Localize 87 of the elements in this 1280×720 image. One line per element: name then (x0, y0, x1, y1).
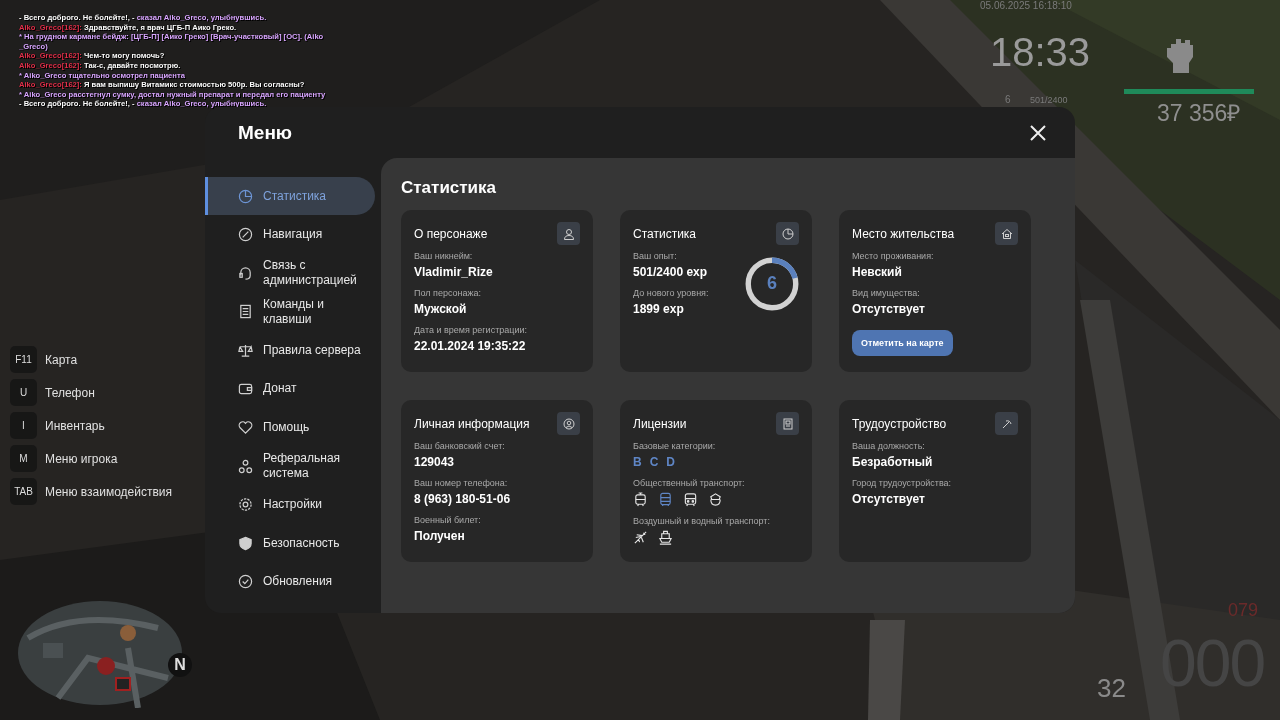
home-icon (995, 222, 1018, 245)
hotkey-label: Меню взаимодействия (45, 484, 172, 499)
heart-icon (238, 420, 253, 436)
key-badge: I (10, 412, 37, 439)
mark-on-map-button[interactable]: Отметить на карте (852, 330, 953, 356)
key-badge: U (10, 379, 37, 406)
sidebar-item[interactable]: Команды и клавиши (205, 292, 375, 331)
money-amount: 37 356₽ (1157, 99, 1241, 128)
check-circle-icon (238, 574, 253, 590)
menu-title: Меню (238, 121, 293, 144)
headset-icon (238, 265, 253, 281)
license-category: D (666, 455, 675, 469)
field-label: Ваша должность: (852, 441, 926, 451)
id-card-icon (776, 412, 799, 435)
scales-icon (238, 342, 253, 358)
license-category: C (649, 455, 659, 469)
field-value: Получен (414, 529, 466, 543)
clock-time: 18:33 (990, 30, 1091, 75)
field-label: Ваш банковский счет: (414, 441, 506, 451)
wallet-icon (238, 381, 253, 397)
field-value: 22.01.2024 19:35:22 (414, 339, 527, 353)
key-badge: M (10, 445, 37, 472)
key-badge: F11 (10, 346, 37, 373)
card-title: Трудоустройство (852, 416, 947, 431)
hotkey-label: Меню игрока (45, 451, 118, 466)
field-value: 501/2400 exp (633, 265, 709, 279)
player-level: 6 (1005, 94, 1011, 105)
level-number: 6 (767, 273, 777, 294)
card-title: О персонаже (414, 226, 488, 241)
field-value: 8 (963) 180-51-06 (414, 492, 511, 506)
mileage-reading: 079 (1228, 600, 1259, 621)
field-label: Воздушный и водный транспорт: (633, 516, 770, 526)
field-value: Невский (852, 265, 903, 279)
field-label: Ваш опыт: (633, 251, 678, 261)
field-label: Базовые категории: (633, 441, 717, 451)
sidebar-item[interactable]: Связь с администрацией (205, 254, 375, 293)
field-label: Место проживания: (852, 251, 934, 261)
field-value: Отсутствует (852, 302, 926, 316)
date-time: 05.06.2025 16:18:10 (980, 0, 1072, 11)
experience-counter: 501/2400 (1030, 95, 1068, 105)
progress-ring (745, 256, 799, 311)
field-label: До нового уровня: (633, 288, 709, 298)
field-label: Вид имущества: (852, 288, 921, 298)
close-icon (1029, 123, 1047, 142)
key-badge: TAB (10, 478, 37, 505)
field-label: Город трудоустройства: (852, 478, 952, 488)
sidebar-item[interactable]: Обновления (205, 562, 375, 601)
sidebar-item[interactable]: Реферальная система (205, 447, 375, 486)
sidebar-item[interactable]: Донат (205, 369, 375, 408)
field-value: Vladimir_Rize (414, 265, 494, 279)
sidebar-item[interactable]: Правила сервера (205, 331, 375, 370)
card-title: Статистика (633, 226, 697, 241)
compass-icon (238, 227, 253, 243)
field-value: Отсутствует (852, 492, 926, 506)
field-value: 1899 exp (633, 302, 685, 316)
field-label: Пол персонажа: (414, 288, 483, 298)
settings-icon (238, 497, 253, 513)
field-label: Ваш номер телефона: (414, 478, 509, 488)
user-icon (557, 222, 580, 245)
field-label: Дата и время регистрации: (414, 325, 527, 335)
field-value: Мужской (414, 302, 468, 316)
network-icon (238, 458, 253, 474)
hotkey-label: Инвентарь (45, 418, 105, 433)
card-title: Место жительства (852, 226, 955, 241)
shield-icon (238, 535, 253, 551)
sidebar-item[interactable]: Навигация (205, 215, 375, 254)
card-title: Лицензии (633, 416, 687, 431)
sidebar-item[interactable]: Безопасность (205, 524, 375, 563)
field-label: Военный билет: (414, 515, 482, 525)
field-label: Ваш никнейм: (414, 251, 474, 261)
card-title: Личная информация (414, 416, 530, 431)
field-value: Безработный (852, 455, 934, 469)
sidebar-item[interactable]: Настройки (205, 485, 375, 524)
fuel-reading: 32 (1097, 673, 1126, 704)
sidebar-item[interactable]: Помощь (205, 408, 375, 447)
document-icon (238, 304, 253, 320)
hotkey-label: Телефон (45, 385, 95, 400)
pickaxe-icon (995, 412, 1018, 435)
hotkey-label: Карта (45, 352, 78, 367)
field-value: 129043 (414, 455, 456, 469)
field-label: Общественный транспорт: (633, 478, 746, 488)
sidebar-item[interactable]: Статистика (205, 177, 375, 215)
pie-chart-icon (238, 188, 253, 204)
fist-icon (1165, 36, 1195, 74)
license-category: B (633, 455, 642, 469)
pie-chart-icon (776, 222, 799, 245)
section-title: Статистика (401, 178, 498, 198)
